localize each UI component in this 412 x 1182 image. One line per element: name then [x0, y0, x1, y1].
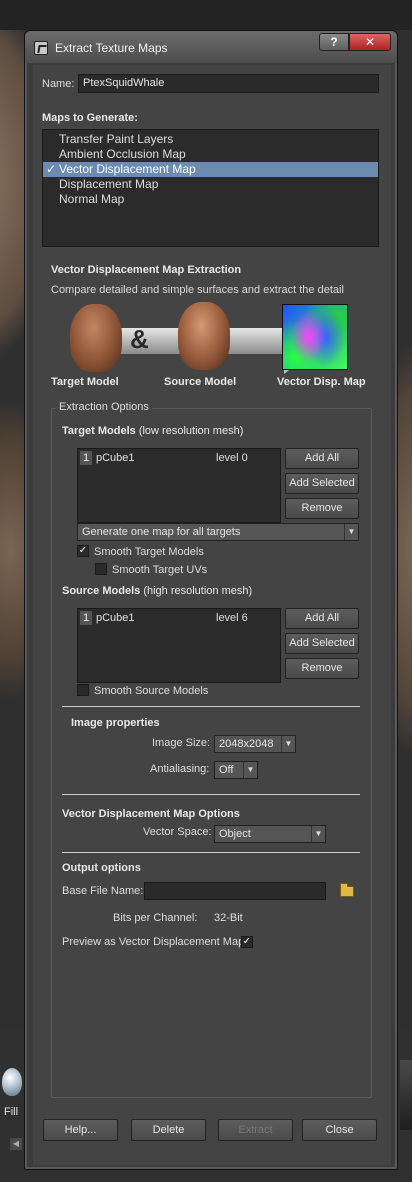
source-models-title: Source Models	[62, 585, 141, 597]
preview-vdm-checkbox[interactable]: ✓	[241, 936, 253, 948]
divider	[62, 706, 360, 707]
target-models-list[interactable]: 1 pCube1 level 0	[77, 448, 281, 523]
target-add-selected-button[interactable]: Add Selected	[285, 473, 359, 494]
extraction-title: Vector Displacement Map Extraction	[51, 264, 242, 276]
scroll-left-arrow-icon[interactable]: ◀	[10, 1138, 22, 1150]
target-mode-value: Generate one map for all targets	[82, 526, 241, 538]
extraction-options-title: Extraction Options	[56, 401, 152, 413]
smooth-target-models-checkbox[interactable]: ✓	[77, 545, 89, 557]
app-icon	[34, 41, 48, 55]
image-properties-heading: Image properties	[71, 717, 160, 729]
divider	[62, 794, 360, 795]
vector-space-dropdown[interactable]: Object ▼	[214, 825, 326, 843]
map-item-ambient-occlusion[interactable]: Ambient Occlusion Map	[43, 147, 378, 162]
shelf-thumbnail[interactable]	[400, 1060, 412, 1130]
maps-list[interactable]: Transfer Paint Layers Ambient Occlusion …	[42, 129, 379, 247]
target-models-heading: Target Models (low resolution mesh)	[62, 425, 243, 437]
vector-disp-map-icon	[282, 304, 348, 370]
model-name: pCube1	[96, 452, 135, 464]
vector-space-value: Object	[219, 828, 251, 840]
target-model-label: Target Model	[51, 376, 119, 388]
chevron-down-icon: ▼	[311, 826, 325, 842]
smooth-source-models-label: Smooth Source Models	[94, 685, 209, 697]
target-mode-dropdown[interactable]: Generate one map for all targets ▼	[77, 523, 359, 541]
chevron-down-icon: ▼	[281, 736, 295, 752]
list-item[interactable]: 1 pCube1 level 0	[78, 451, 280, 465]
base-file-name-label: Base File Name:	[62, 885, 144, 897]
dialog-titlebar[interactable]: Extract Texture Maps ? ✕	[25, 31, 397, 63]
source-models-list[interactable]: 1 pCube1 level 6	[77, 608, 281, 683]
row-index: 1	[80, 451, 92, 465]
vector-disp-map-label: Vector Disp. Map	[277, 376, 366, 388]
image-size-value: 2048x2048	[219, 738, 274, 750]
bits-per-channel-value: 32-Bit	[214, 912, 243, 924]
help-button[interactable]: Help...	[43, 1119, 118, 1141]
divider	[62, 852, 360, 853]
map-item-label: Vector Displacement Map	[59, 162, 196, 176]
source-remove-button[interactable]: Remove	[285, 658, 359, 679]
name-label: Name:	[42, 78, 75, 90]
extract-button[interactable]: Extract	[218, 1119, 293, 1141]
antialiasing-value: Off	[219, 764, 234, 776]
antialiasing-label: Antialiasing:	[150, 763, 210, 775]
target-models-title: Target Models	[62, 425, 136, 437]
output-options-heading: Output options	[62, 862, 141, 874]
target-head-icon	[70, 304, 122, 372]
image-size-label: Image Size:	[152, 737, 211, 749]
map-item-vector-displacement[interactable]: ✓ Vector Displacement Map	[43, 162, 378, 177]
source-add-selected-button[interactable]: Add Selected	[285, 633, 359, 654]
source-add-all-button[interactable]: Add All	[285, 608, 359, 629]
preview-vdm-label: Preview as Vector Displacement Map	[62, 936, 245, 948]
map-item-displacement[interactable]: Displacement Map	[43, 177, 378, 192]
smooth-source-models-checkbox[interactable]	[77, 684, 89, 696]
map-item-label: Ambient Occlusion Map	[59, 147, 186, 161]
bits-per-channel-label: Bits per Channel:	[113, 912, 198, 924]
folder-icon[interactable]	[340, 883, 354, 897]
smooth-target-uvs-label: Smooth Target UVs	[112, 564, 208, 576]
maps-heading: Maps to Generate:	[42, 112, 138, 124]
smooth-target-models-label: Smooth Target Models	[94, 546, 204, 558]
delete-button[interactable]: Delete	[131, 1119, 206, 1141]
base-file-name-input[interactable]	[144, 882, 326, 900]
ampersand-glyph: &	[130, 324, 149, 354]
fill-tool-label: Fill	[4, 1106, 19, 1118]
model-level: level 0	[216, 452, 248, 464]
source-models-heading: Source Models (high resolution mesh)	[62, 585, 252, 597]
chevron-down-icon: ▼	[344, 524, 358, 540]
map-item-label: Displacement Map	[59, 177, 159, 191]
model-name: pCube1	[96, 612, 135, 624]
help-window-button[interactable]: ?	[319, 33, 349, 51]
smooth-target-uvs-checkbox[interactable]	[95, 563, 107, 575]
dialog-title: Extract Texture Maps	[55, 41, 168, 55]
target-remove-button[interactable]: Remove	[285, 498, 359, 519]
target-add-all-button[interactable]: Add All	[285, 448, 359, 469]
fill-tool-icon[interactable]	[2, 1068, 22, 1096]
close-window-button[interactable]: ✕	[349, 33, 391, 51]
vector-space-label: Vector Space:	[143, 826, 212, 838]
check-icon: ✓	[46, 162, 57, 176]
vdm-options-heading: Vector Displacement Map Options	[62, 808, 240, 820]
map-item-label: Normal Map	[59, 192, 125, 206]
target-models-subtitle: (low resolution mesh)	[138, 425, 244, 437]
model-level: level 6	[216, 612, 248, 624]
row-index: 1	[80, 611, 92, 625]
map-item-transfer-paint-layers[interactable]: Transfer Paint Layers	[43, 132, 378, 147]
source-head-icon	[178, 302, 230, 370]
extraction-description: Compare detailed and simple surfaces and…	[51, 284, 344, 296]
source-models-subtitle: (high resolution mesh)	[143, 585, 253, 597]
source-model-label: Source Model	[164, 376, 237, 388]
close-button[interactable]: Close	[302, 1119, 377, 1141]
image-size-dropdown[interactable]: 2048x2048 ▼	[214, 735, 296, 753]
chevron-down-icon: ▼	[243, 762, 257, 778]
antialiasing-dropdown[interactable]: Off ▼	[214, 761, 258, 779]
map-item-normal[interactable]: Normal Map	[43, 192, 378, 207]
name-input[interactable]: PtexSquidWhale	[78, 74, 379, 93]
list-item[interactable]: 1 pCube1 level 6	[78, 611, 280, 625]
map-item-label: Transfer Paint Layers	[59, 132, 174, 146]
